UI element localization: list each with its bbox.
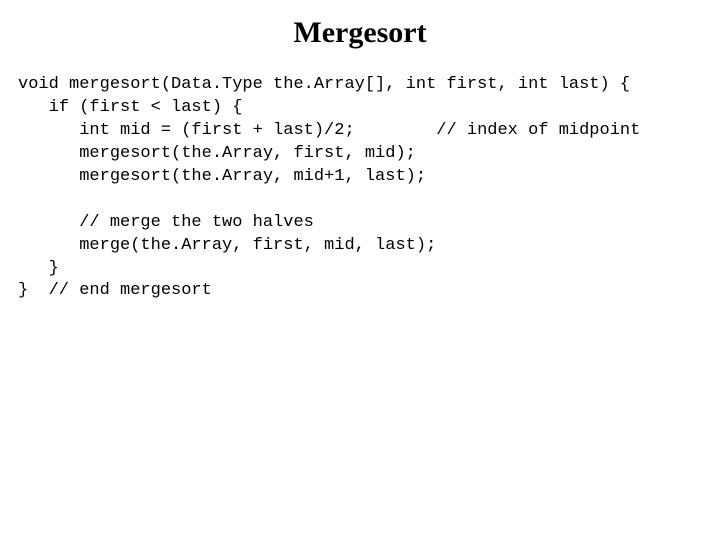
slide-title: Mergesort [18, 16, 702, 50]
slide: Mergesort void mergesort(Data.Type the.A… [0, 0, 720, 540]
code-block: void mergesort(Data.Type the.Array[], in… [18, 74, 702, 303]
